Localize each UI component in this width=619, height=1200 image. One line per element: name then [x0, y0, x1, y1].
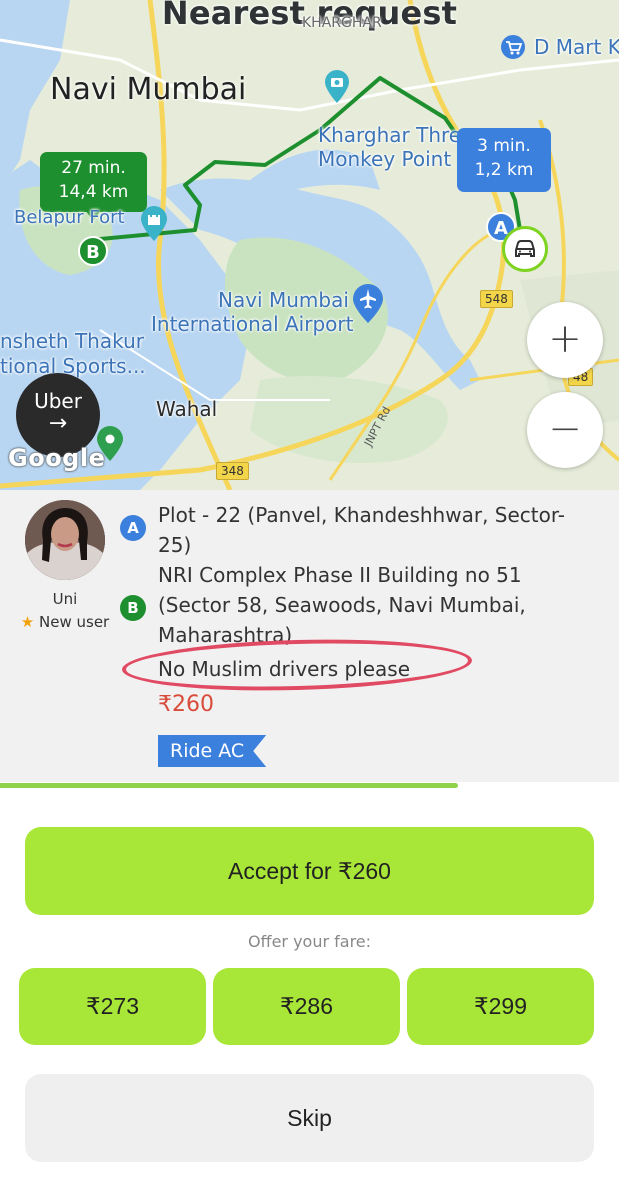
action-panel: Accept for ₹260 Offer your fare: ₹273 ₹2… [0, 790, 619, 1200]
fort-pin-icon [140, 206, 168, 246]
place-airport-2: International Airport [151, 312, 354, 336]
road-badge-348: 348 [216, 462, 249, 480]
offer-fare-label: Offer your fare: [247, 932, 372, 951]
pickup-eta-time: 3 min. [477, 136, 531, 156]
airport-pin-icon [352, 284, 384, 328]
fare-option-button[interactable]: ₹273 [19, 968, 206, 1045]
fare-option-button[interactable]: ₹286 [213, 968, 400, 1045]
fare-option-button[interactable]: ₹299 [407, 968, 594, 1045]
camera-pin-icon [324, 70, 350, 108]
place-sports-1: nsheth Thakur [0, 329, 144, 353]
place-sports-2: tional Sports... [0, 354, 146, 378]
place-airport-1: Navi Mumbai [218, 288, 349, 312]
user-badge-text: New user [39, 613, 110, 631]
user-badge: ★ New user [0, 613, 130, 631]
pickup-address: Plot - 22 (Panvel, Khandeshhwar, Sector-… [158, 503, 566, 557]
drop-eta-bubble: 27 min. 14,4 km [40, 152, 147, 221]
place-wahal: Wahal [156, 397, 218, 421]
dropoff-marker: B [120, 595, 146, 621]
pickup-marker: A [120, 515, 146, 541]
avatar [25, 500, 105, 580]
place-belapur: Belapur Fort [14, 207, 125, 228]
zoom-in-button[interactable]: + [527, 302, 603, 378]
drop-eta-distance: 14,4 km [58, 182, 129, 202]
zoom-out-button[interactable]: − [527, 392, 603, 468]
google-logo: Google [8, 444, 106, 472]
pickup-eta-bubble: 3 min. 1,2 km [457, 128, 551, 192]
shopping-cart-icon [500, 34, 526, 64]
uber-label: Uber [34, 389, 82, 413]
request-card: Uni ★ New user A Plot - 22 (Panvel, Khan… [0, 490, 619, 788]
map-view[interactable]: Nearest request KHARGHAR D Mart K Navi M… [0, 0, 619, 490]
timer-progress-bar [0, 783, 459, 788]
arrow-right-icon: → [48, 411, 68, 436]
accept-button[interactable]: Accept for ₹260 [25, 827, 594, 915]
drop-eta-time: 27 min. [61, 158, 126, 178]
place-three-monkey-2: Monkey Point [318, 147, 452, 171]
ride-price: ₹260 [158, 692, 214, 717]
road-badge-548: 548 [480, 290, 513, 308]
skip-button[interactable]: Skip [25, 1074, 594, 1162]
place-three-monkey-1: Kharghar Thre [318, 123, 462, 147]
user-name: Uni [52, 590, 78, 608]
place-dmart: D Mart K [534, 35, 619, 59]
city-label: Navi Mumbai [50, 72, 247, 107]
car-icon [502, 226, 548, 272]
dropoff-pin: B [78, 236, 108, 266]
place-kharghar: KHARGHAR [302, 15, 382, 31]
dropoff-address: NRI Complex Phase II Building no 51 (Sec… [158, 563, 526, 647]
pickup-eta-distance: 1,2 km [474, 160, 534, 180]
star-icon: ★ [20, 613, 35, 631]
ride-type-tag: Ride AC [158, 735, 267, 767]
